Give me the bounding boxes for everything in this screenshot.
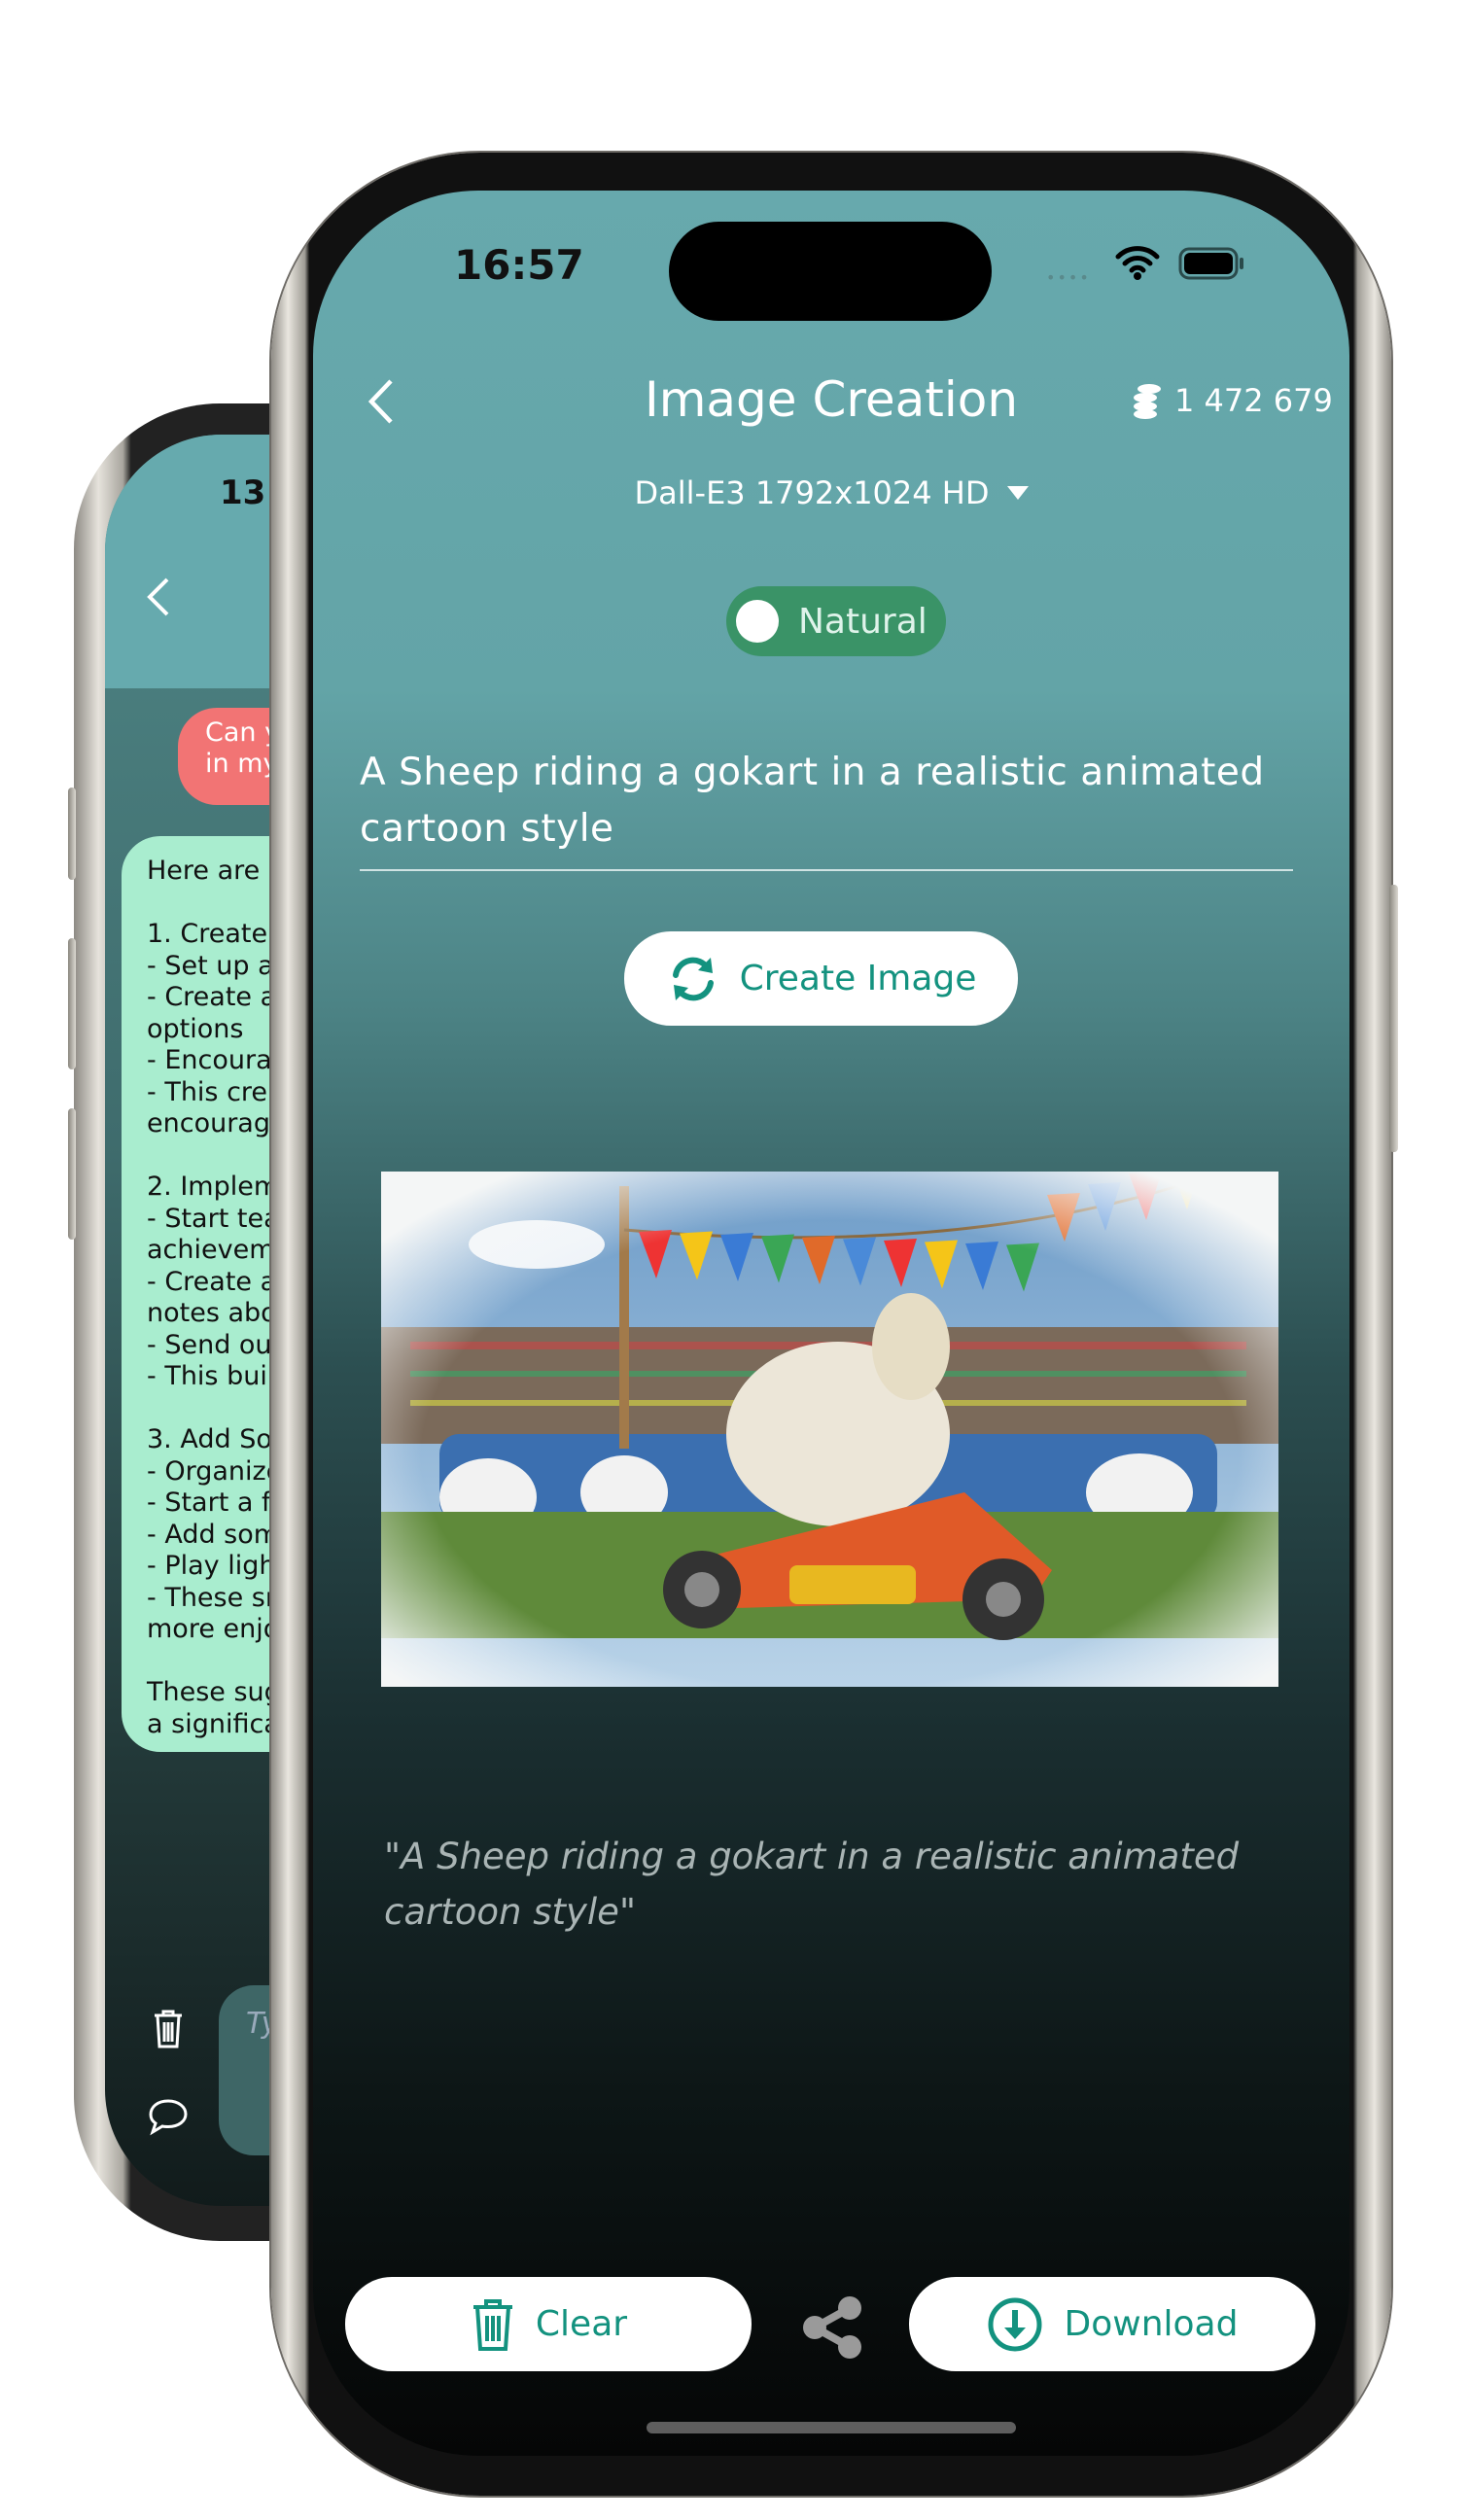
main-phone-screen: 16:57 •••• Image Creation 1 472 679 Dall… bbox=[313, 191, 1349, 2456]
prompt-input[interactable]: A Sheep riding a gokart in a realistic a… bbox=[360, 745, 1293, 871]
refresh-icon bbox=[672, 957, 714, 1000]
dynamic-island bbox=[669, 222, 992, 321]
trash-icon bbox=[472, 2298, 512, 2351]
image-caption: "A Sheep riding a gokart in a realistic … bbox=[384, 1836, 1240, 1933]
side-button bbox=[68, 788, 76, 880]
caret-down-icon bbox=[1006, 486, 1029, 500]
natural-style-toggle[interactable]: Natural bbox=[726, 586, 946, 656]
side-button bbox=[68, 1108, 76, 1240]
download-label: Download bbox=[1064, 2304, 1239, 2344]
chat-bubble-icon[interactable] bbox=[147, 2097, 190, 2136]
trash-icon[interactable] bbox=[149, 2008, 188, 2050]
model-dropdown[interactable]: Dall-E3 1792x1024 HD bbox=[313, 474, 1349, 511]
status-time: 16:57 bbox=[454, 241, 584, 289]
chevron-left-icon[interactable] bbox=[144, 576, 173, 618]
signal-icon: •••• bbox=[1046, 268, 1091, 287]
toggle-knob bbox=[736, 600, 779, 643]
home-indicator[interactable] bbox=[647, 2422, 1016, 2433]
side-button bbox=[68, 938, 76, 1069]
download-button[interactable]: Download bbox=[909, 2277, 1315, 2371]
coins-icon bbox=[1134, 384, 1161, 419]
clear-label: Clear bbox=[535, 2304, 628, 2344]
token-balance: 1 472 679 bbox=[1128, 381, 1333, 420]
token-balance-value: 1 472 679 bbox=[1174, 382, 1333, 419]
download-icon bbox=[988, 2297, 1042, 2351]
create-image-button[interactable]: Create Image bbox=[624, 931, 1018, 1026]
wifi-icon bbox=[1115, 246, 1160, 280]
toggle-label: Natural bbox=[798, 601, 928, 642]
battery-icon bbox=[1178, 247, 1243, 280]
side-button bbox=[1389, 885, 1398, 1152]
clear-button[interactable]: Clear bbox=[345, 2277, 752, 2371]
generated-image[interactable] bbox=[381, 1172, 1278, 1687]
share-icon[interactable] bbox=[799, 2294, 867, 2361]
create-image-label: Create Image bbox=[739, 959, 977, 998]
model-dropdown-value: Dall-E3 1792x1024 HD bbox=[634, 474, 990, 511]
